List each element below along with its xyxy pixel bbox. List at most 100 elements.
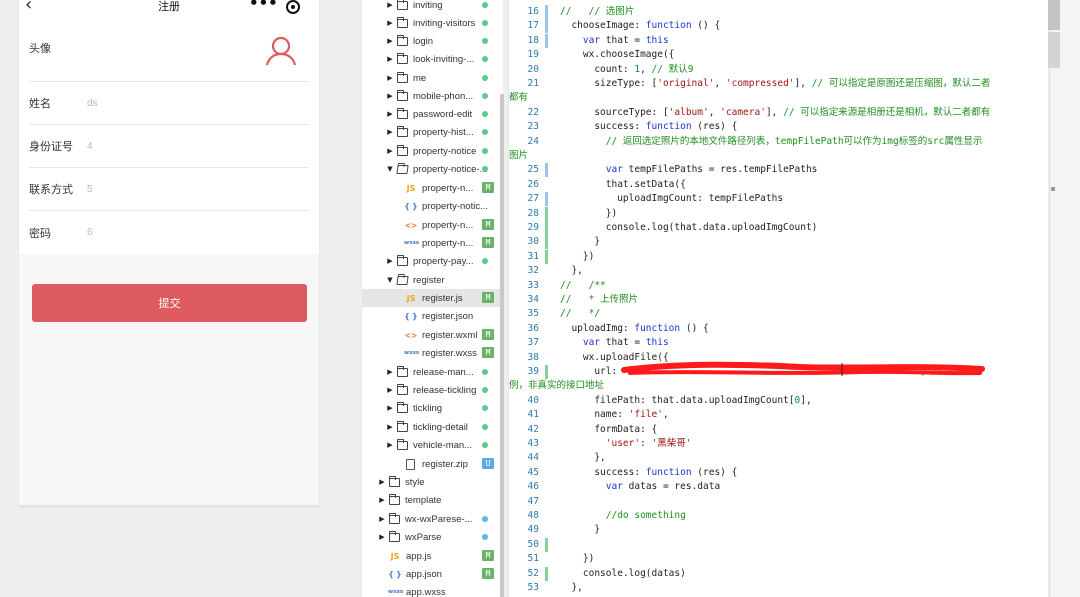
tree-item[interactable]: ▼ register xyxy=(362,271,503,289)
code-editor[interactable]: 16 17 18 19 20 21 22 23 24 25 26 27 28 29 30 31 32 33 34 35… xyxy=(508,0,1048,597)
scrollbar-thumb[interactable] xyxy=(1048,0,1060,30)
code-line[interactable]: //do something xyxy=(560,509,1042,523)
contact-field[interactable]: 联系方式 5 xyxy=(29,168,309,211)
tree-item[interactable]: ▶ inviting xyxy=(362,0,503,14)
avatar-row[interactable]: 头像 xyxy=(29,14,309,82)
tree-item[interactable]: { } register.json xyxy=(362,307,503,325)
tree-item[interactable]: ▶ tickling xyxy=(362,399,503,417)
tree-item[interactable]: ▶ style xyxy=(362,473,503,491)
contact-input[interactable]: 5 xyxy=(87,184,93,195)
code-line[interactable]: }) xyxy=(560,250,1042,264)
tree-item[interactable]: ▶ property-notice xyxy=(362,142,503,160)
tree-item[interactable]: ▶ login xyxy=(362,32,503,50)
caret-right-icon[interactable]: ▶ xyxy=(378,515,386,523)
tree-item[interactable]: ▶ wx-wxParese-... xyxy=(362,510,503,528)
tree-item[interactable]: wxss property-n... M xyxy=(362,234,503,252)
name-input[interactable]: ds xyxy=(87,98,98,109)
code-line[interactable]: var that = this xyxy=(560,336,1042,350)
code-line[interactable]: } xyxy=(560,235,1042,249)
tree-item[interactable]: ▶ tickling-detail xyxy=(362,418,503,436)
caret-down-icon[interactable]: ▼ xyxy=(386,165,394,173)
code-line[interactable]: 'user': '黑柴哥' xyxy=(560,437,1042,451)
tree-item[interactable]: ▶ password-edit xyxy=(362,105,503,123)
submit-button[interactable]: 提交 xyxy=(32,284,307,322)
tree-item[interactable]: ▶ inviting-visitors xyxy=(362,14,503,32)
caret-right-icon[interactable]: ▶ xyxy=(386,257,394,265)
tree-item[interactable]: JS property-n... M xyxy=(362,179,503,197)
caret-down-icon[interactable]: ▼ xyxy=(386,276,394,284)
editor-vertical-scrollbar[interactable] xyxy=(1049,0,1080,597)
caret-right-icon[interactable]: ▶ xyxy=(386,37,394,45)
code-line[interactable]: success: function (res) { xyxy=(560,466,1042,480)
caret-right-icon[interactable]: ▶ xyxy=(386,441,394,449)
password-input[interactable]: 6 xyxy=(87,227,93,238)
code-line[interactable]: // 返回选定照片的本地文件路径列表，tempFilePath可以作为img标签… xyxy=(560,135,1042,149)
caret-right-icon[interactable]: ▶ xyxy=(386,74,394,82)
code-line[interactable]: var tempFilePaths = res.tempFilePaths xyxy=(560,163,1042,177)
code-line[interactable]: // */ xyxy=(560,307,1042,321)
tree-item[interactable]: ▶ me xyxy=(362,69,503,87)
code-line[interactable]: filePath: that.data.uploadImgCount[0], xyxy=(560,394,1042,408)
caret-right-icon[interactable]: ▶ xyxy=(378,478,386,486)
tree-item[interactable]: ▶ release-tickling xyxy=(362,381,503,399)
id-number-input[interactable]: 4 xyxy=(87,141,93,152)
tree-item[interactable]: JS register.js M xyxy=(362,289,503,307)
caret-right-icon[interactable]: ▶ xyxy=(386,92,394,100)
tree-item[interactable]: wxss register.wxss M xyxy=(362,344,503,362)
tree-item[interactable]: { } property-notic... xyxy=(362,197,503,215)
caret-right-icon[interactable]: ▶ xyxy=(378,496,386,504)
caret-right-icon[interactable]: ▶ xyxy=(386,19,394,27)
tree-item[interactable]: ▶ template xyxy=(362,491,503,509)
tree-item[interactable]: ▶ vehicle-man... xyxy=(362,436,503,454)
tree-item[interactable]: ▶ look-inviting-... xyxy=(362,50,503,68)
tree-item[interactable]: ▼ property-notice-... xyxy=(362,160,503,178)
code-line[interactable]: var datas = res.data xyxy=(560,480,1042,494)
code-line[interactable]: wx.chooseImage({ xyxy=(560,48,1042,62)
caret-right-icon[interactable]: ▶ xyxy=(386,368,394,376)
code-line[interactable]: }, xyxy=(560,581,1042,595)
tree-item[interactable]: wxss app.wxss xyxy=(362,583,503,597)
caret-right-icon[interactable]: ▶ xyxy=(386,1,394,9)
code-line[interactable]: that.setData({ xyxy=(560,178,1042,192)
tree-item[interactable]: ▶ property-hist... xyxy=(362,123,503,141)
file-tree-scrollbar[interactable] xyxy=(500,94,504,597)
code-line[interactable]: name: 'file', xyxy=(560,408,1042,422)
code-line[interactable]: } xyxy=(560,523,1042,537)
code-line[interactable]: }) xyxy=(560,207,1042,221)
code-line[interactable]: count: 1, // 默认9 xyxy=(560,63,1042,77)
tree-item[interactable]: register.zip U xyxy=(362,455,503,473)
tree-item[interactable]: ▶ mobile-phon... xyxy=(362,87,503,105)
tree-item[interactable]: ▶ wxParse xyxy=(362,528,503,546)
more-dots-icon[interactable]: ••• xyxy=(249,0,278,12)
caret-right-icon[interactable]: ▶ xyxy=(386,55,394,63)
code-line[interactable]: uploadImgCount: tempFilePaths xyxy=(560,192,1042,206)
caret-right-icon[interactable]: ▶ xyxy=(386,386,394,394)
caret-right-icon[interactable]: ▶ xyxy=(386,147,394,155)
code-line[interactable]: var that = this xyxy=(560,34,1042,48)
code-line[interactable]: 都有 xyxy=(509,91,528,105)
caret-right-icon[interactable]: ▶ xyxy=(386,423,394,431)
code-line[interactable]: // * 上传照片 xyxy=(560,293,1042,307)
password-field[interactable]: 密码 6 xyxy=(29,211,309,254)
code-line[interactable]: // // 选图片 xyxy=(560,5,1042,19)
tree-item[interactable]: { } app.json M xyxy=(362,565,503,583)
caret-right-icon[interactable]: ▶ xyxy=(386,110,394,118)
code-line[interactable]: 例，非真实的接口地址 xyxy=(509,379,604,393)
caret-right-icon[interactable]: ▶ xyxy=(386,404,394,412)
caret-right-icon[interactable]: ▶ xyxy=(378,533,386,541)
code-line[interactable]: sourceType: ['album', 'camera'], // 可以指定… xyxy=(560,106,1042,120)
code-line[interactable]: }, xyxy=(560,264,1042,278)
code-line[interactable]: sizeType: ['original', 'compressed'], //… xyxy=(560,77,1042,91)
code-line[interactable]: formData: { xyxy=(560,423,1042,437)
caret-right-icon[interactable]: ▶ xyxy=(386,128,394,136)
capsule-record-icon[interactable] xyxy=(286,0,300,14)
tree-item[interactable]: JS app.js M xyxy=(362,547,503,565)
code-line[interactable]: console.log(that.data.uploadImgCount) xyxy=(560,221,1042,235)
tree-item[interactable]: <> property-n... M xyxy=(362,216,503,234)
tree-item[interactable]: <> register.wxml M xyxy=(362,326,503,344)
code-line[interactable]: }) xyxy=(560,552,1042,566)
tree-item[interactable]: ▶ property-pay... xyxy=(362,252,503,270)
user-avatar-icon[interactable] xyxy=(265,36,297,66)
id-number-field[interactable]: 身份证号 4 xyxy=(29,125,309,168)
code-line[interactable]: chooseImage: function () { xyxy=(560,19,1042,33)
